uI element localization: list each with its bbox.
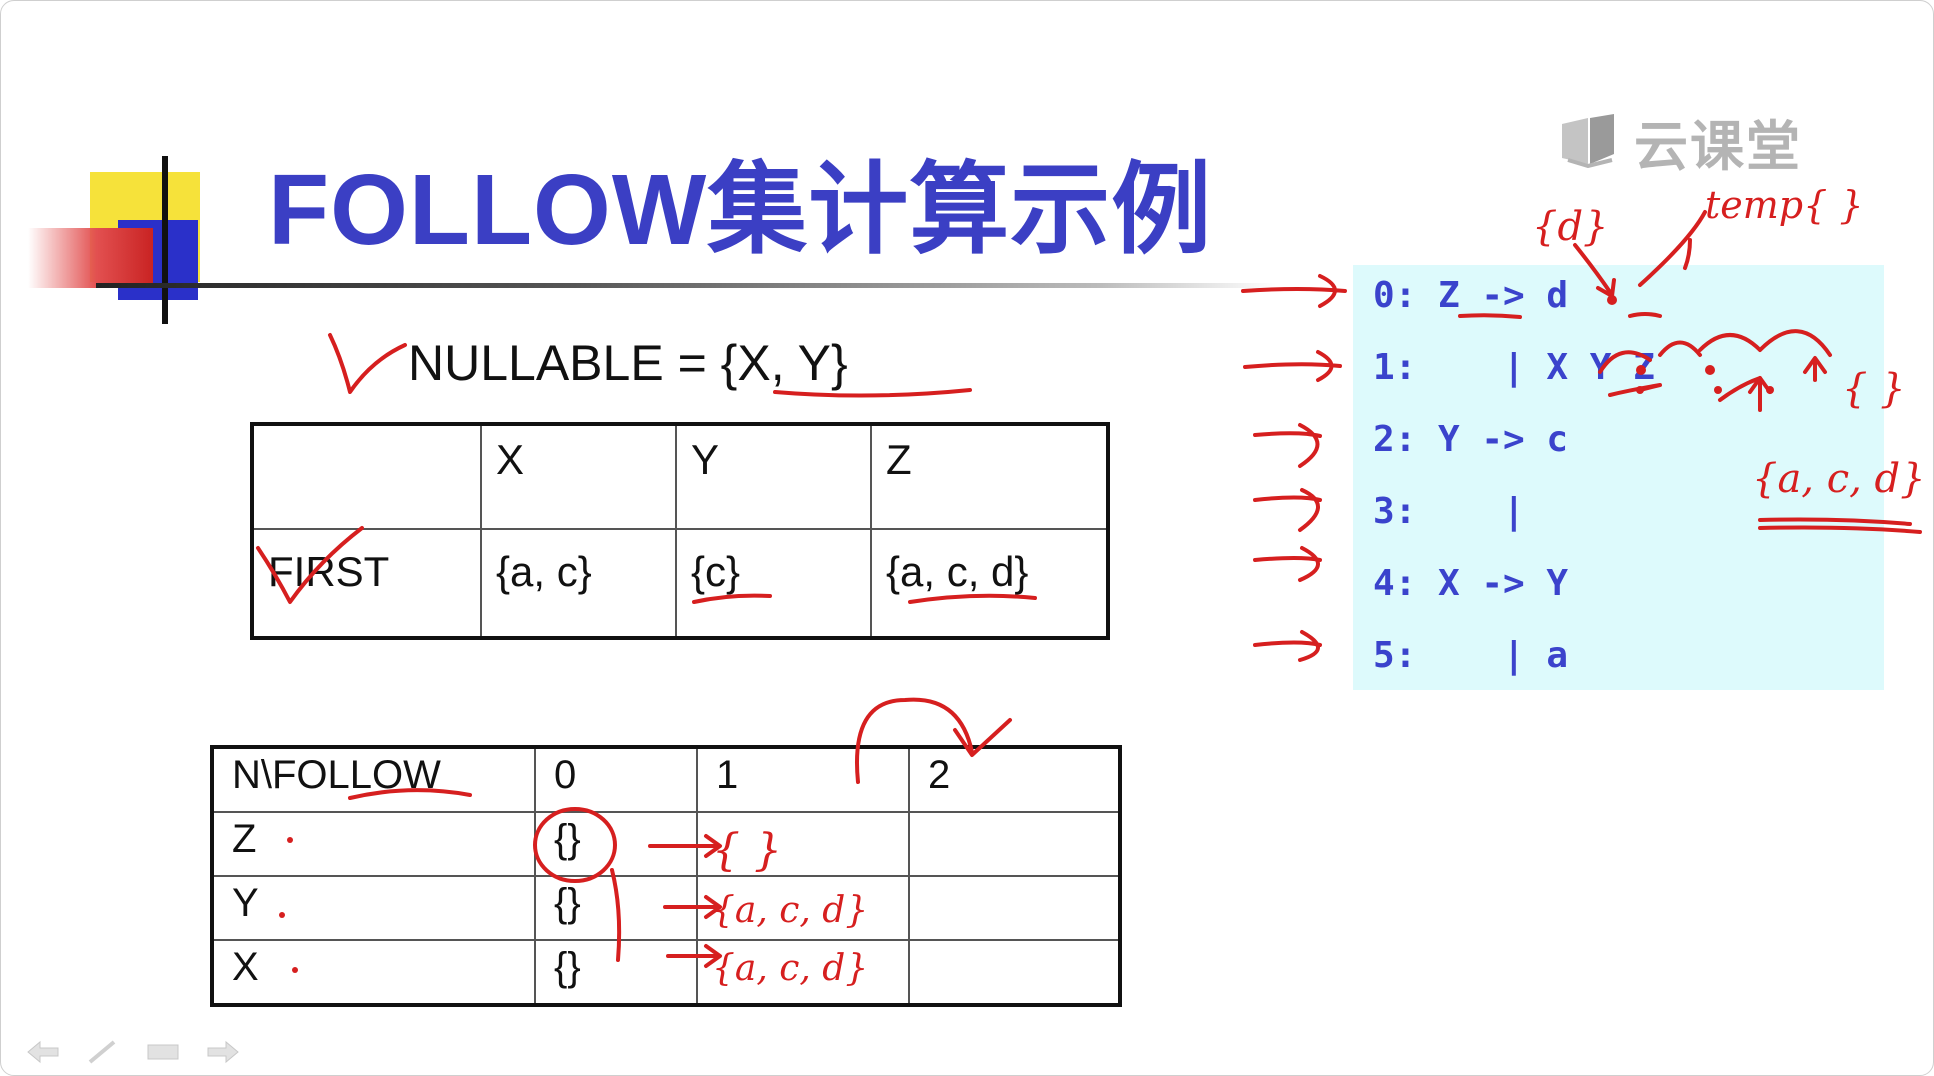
table-row: Z {} — [211, 811, 1121, 877]
table-cell: {a, c} — [480, 528, 677, 639]
table-cell: {a, c, d} — [870, 528, 1109, 639]
row-label: FIRST — [251, 528, 482, 639]
next-slide-icon[interactable] — [204, 1038, 242, 1066]
previous-slide-icon[interactable] — [24, 1038, 62, 1066]
table-header-cell: 1 — [696, 746, 910, 813]
table-cell: {} — [534, 939, 698, 1006]
grammar-rule: 5: | a — [1373, 635, 1569, 676]
title-deco-red-gradient — [28, 228, 153, 288]
row-label: Z — [211, 811, 536, 877]
grammar-rule: 1: | X Y Z — [1373, 347, 1655, 388]
table-header-cell: 0 — [534, 746, 698, 813]
first-set-table: X Y Z FIRST {a, c} {c} {a, c, d} — [250, 422, 1110, 640]
table-row: FIRST {a, c} {c} {a, c, d} — [251, 528, 1109, 639]
table-header-row: X Y Z — [251, 423, 1109, 530]
table-cell — [696, 811, 910, 877]
title-deco-vertical-line — [162, 156, 168, 324]
book-logo-icon — [1562, 114, 1614, 168]
row-label: X — [211, 939, 536, 1006]
table-row: Y {} — [211, 875, 1121, 941]
slide-menu-icon[interactable] — [144, 1038, 182, 1066]
table-row: X {} — [211, 939, 1121, 1006]
grammar-rule: 3: | — [1373, 491, 1525, 532]
table-cell — [696, 875, 910, 941]
table-cell: {} — [534, 875, 698, 941]
table-header-cell: X — [480, 423, 677, 530]
table-header-cell: Z — [870, 423, 1109, 530]
nullable-set: NULLABLE = {X, Y} — [408, 335, 848, 391]
grammar-rule: 2: Y -> c — [1373, 419, 1569, 460]
row-label: Y — [211, 875, 536, 941]
table-cell — [908, 811, 1121, 877]
watermark-text: 云课堂 — [1634, 116, 1802, 177]
table-header-row: N\FOLLOW 0 1 2 — [211, 746, 1121, 813]
table-cell: {c} — [675, 528, 872, 639]
table-header-cell — [251, 423, 482, 530]
table-header-cell: Y — [675, 423, 872, 530]
pen-tool-icon[interactable] — [84, 1038, 122, 1066]
table-cell: {} — [534, 811, 698, 877]
grammar-box: 0: Z -> d 1: | X Y Z 2: Y -> c 3: | 4: X… — [1353, 265, 1884, 690]
yunketang-watermark: 云课堂 — [1558, 106, 1802, 177]
table-cell — [696, 939, 910, 1006]
table-header-cell: 2 — [908, 746, 1121, 813]
table-header-cell: N\FOLLOW — [211, 746, 536, 813]
table-cell — [908, 875, 1121, 941]
grammar-rule: 4: X -> Y — [1373, 563, 1569, 604]
slide-navigation — [24, 1038, 242, 1066]
grammar-rule: 0: Z -> d — [1373, 275, 1569, 316]
slide-title: FOLLOW集计算示例 — [268, 154, 1213, 266]
title-underline — [96, 283, 1276, 288]
table-cell — [908, 939, 1121, 1006]
follow-set-table: N\FOLLOW 0 1 2 Z {} Y {} X {} — [210, 745, 1122, 1007]
